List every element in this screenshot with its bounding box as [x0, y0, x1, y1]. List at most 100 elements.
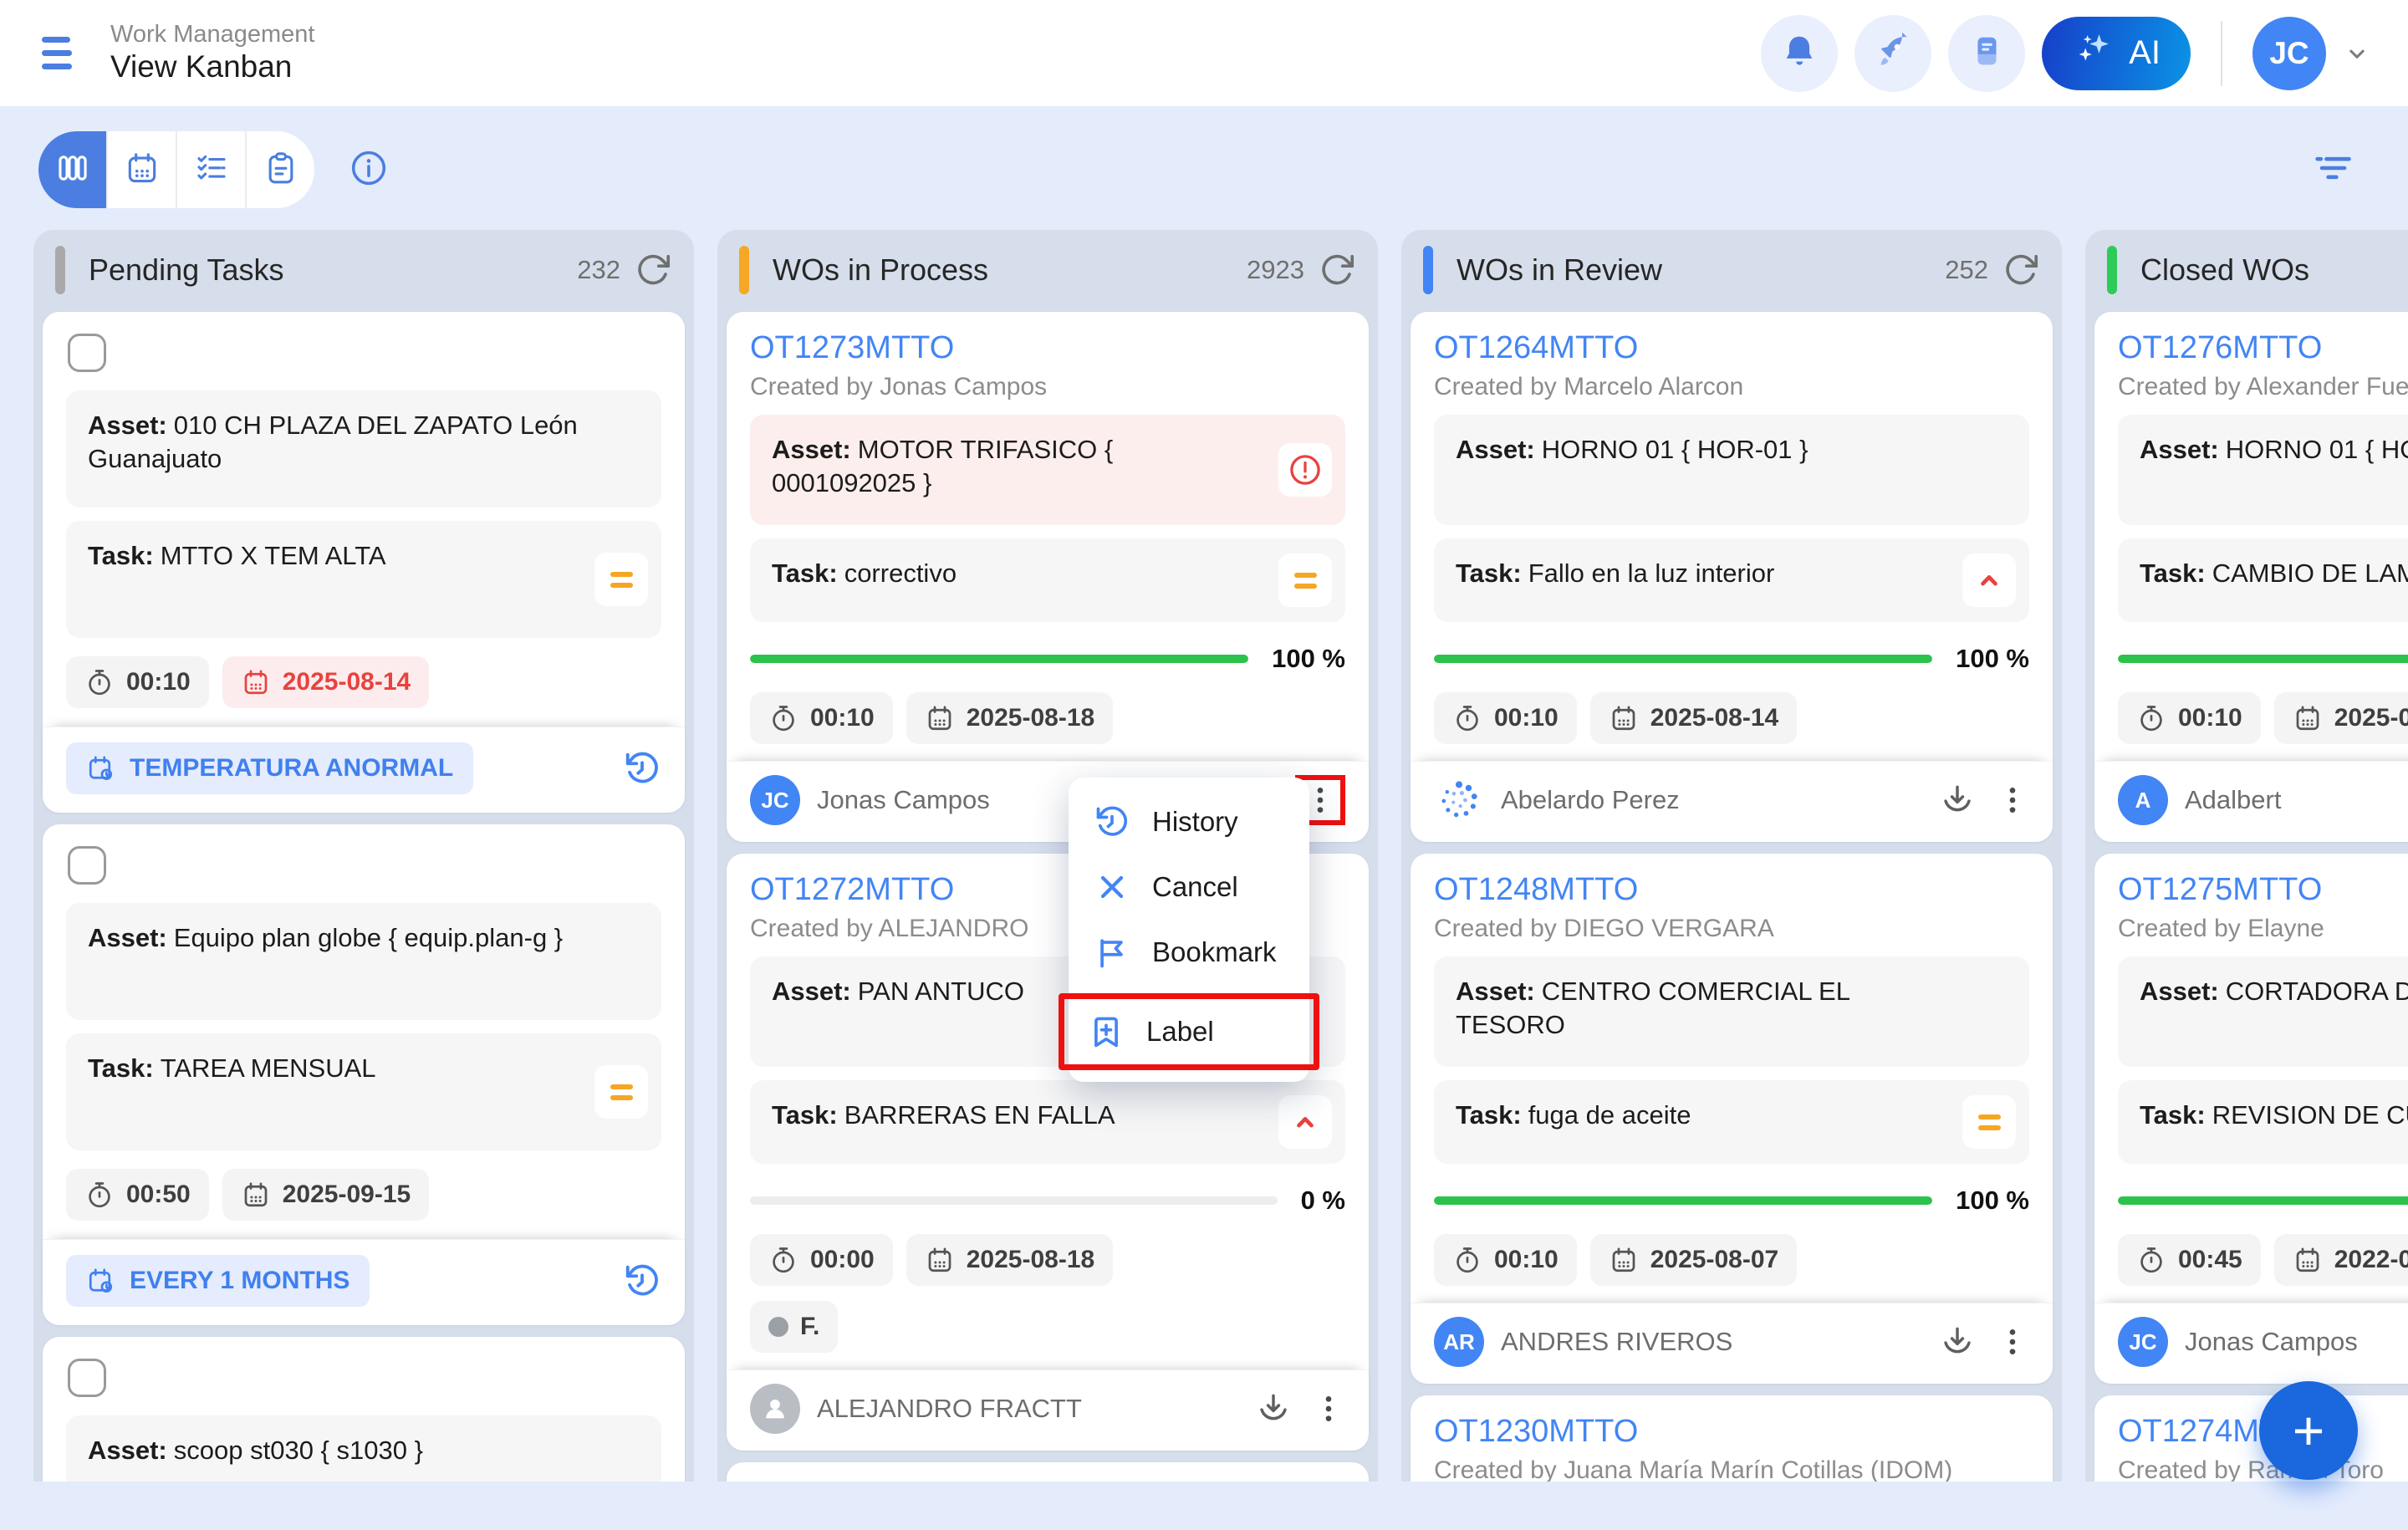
card-more-options-button[interactable]: [1312, 1392, 1345, 1425]
header-divider: [2221, 21, 2222, 86]
work-order-link[interactable]: OT1272MTTO: [750, 872, 954, 908]
due-date-chip: 2025-08-18: [906, 692, 1113, 744]
kanban-column: Closed WOsOT1276MTTOCreated by Alexander…: [2085, 230, 2408, 1482]
history-icon: [623, 749, 661, 788]
work-order-link[interactable]: OT1275MTTO: [2118, 872, 2322, 908]
user-avatar[interactable]: JC: [2252, 17, 2326, 90]
date-value: 2025-08-14: [1650, 704, 1778, 732]
column-refresh-button[interactable]: [634, 251, 672, 289]
field-label: Asset:: [2140, 977, 2219, 1006]
rocket-icon: [1874, 32, 1912, 74]
card-label-row: F.: [750, 1301, 1345, 1353]
pending-task-card: Asset:scoop st030 { s1030 }Task:SISTEMA …: [43, 1337, 685, 1482]
card-more-options-button[interactable]: [1996, 1325, 2029, 1359]
release-notes-button[interactable]: [1948, 15, 2025, 92]
download-report-button[interactable]: [1939, 1323, 1976, 1360]
work-order-link[interactable]: OT1264MTTO: [1434, 330, 1638, 366]
menu-item-label: Bookmark: [1152, 936, 1277, 968]
info-button[interactable]: [348, 147, 390, 193]
assignee-name: Jonas Campos: [817, 785, 990, 815]
tag-text: EVERY 1 MONTHS: [130, 1267, 349, 1295]
assignee-avatar: A: [2118, 775, 2168, 825]
ai-assistant-button[interactable]: AI: [2042, 17, 2191, 90]
created-by-text: Created by Ramon Toro: [2118, 1456, 2408, 1482]
card-chips: 00:002025-08-18: [750, 1234, 1345, 1286]
menu-item-history[interactable]: History: [1069, 789, 1309, 854]
priority-badge[interactable]: [1962, 553, 2016, 607]
board-toolbar: [0, 106, 2408, 230]
priority-badge[interactable]: [1962, 1095, 2016, 1149]
view-calendar-button[interactable]: [108, 131, 177, 208]
card-tag-row: TEMPERATURA ANORMAL: [43, 727, 685, 813]
sparkles-icon: [2072, 28, 2115, 79]
column-refresh-button[interactable]: [2002, 251, 2040, 289]
field-label: Task:: [88, 541, 154, 570]
task-checkbox[interactable]: [68, 846, 106, 885]
time-value: 00:45: [2178, 1246, 2242, 1274]
stopwatch-icon: [2136, 1245, 2166, 1275]
work-order-link[interactable]: OT1276MTTO: [2118, 330, 2322, 366]
filter-button[interactable]: [2311, 146, 2354, 194]
user-menu-chevron-down-icon[interactable]: [2343, 39, 2371, 68]
calendar-icon: [2293, 1245, 2323, 1275]
column-refresh-button[interactable]: [1318, 251, 1356, 289]
priority-badge[interactable]: [1278, 1095, 1332, 1149]
flag-icon: [1094, 934, 1130, 971]
priority-medium-icon: [610, 1084, 633, 1100]
download-report-button[interactable]: [1939, 782, 1976, 819]
menu-item-label: Label: [1146, 1016, 1214, 1048]
menu-hamburger-icon[interactable]: [37, 32, 77, 74]
priority-badge[interactable]: [594, 1065, 648, 1119]
card-more-options-button[interactable]: [1996, 783, 2029, 817]
checklist-icon: [193, 150, 230, 191]
kanban-column: Pending Tasks232 Asset:010 CH PLAZA DEL Z…: [33, 230, 694, 1482]
view-checklist-button[interactable]: [177, 131, 247, 208]
card-chips: 00:102025-08-07: [1434, 1234, 2029, 1286]
work-order-link[interactable]: OT1270MTTO: [750, 1481, 954, 1482]
field-value: fuga de aceite: [1528, 1100, 1691, 1130]
download-report-button[interactable]: [1255, 1390, 1292, 1427]
column-header: Closed WOs: [2085, 230, 2408, 310]
due-date-chip: 2025-08-14: [222, 656, 429, 708]
field-value: CAMBIO DE LAMPARA: [2212, 558, 2408, 588]
kebab-menu-icon: [1312, 1392, 1345, 1425]
priority-badge[interactable]: [1278, 553, 1332, 607]
notifications-button[interactable]: [1761, 15, 1838, 92]
priority-medium-icon: [1978, 1114, 2001, 1130]
field-label: Asset:: [88, 411, 167, 440]
menu-item-bookmark[interactable]: Bookmark: [1069, 920, 1309, 985]
work-order-link[interactable]: OT1230MTTO: [1434, 1414, 1638, 1450]
task-history-button[interactable]: [623, 1262, 661, 1300]
progress-fill: [750, 655, 1248, 663]
add-work-order-fab[interactable]: +: [2259, 1381, 2358, 1480]
view-clipboard-button[interactable]: [247, 131, 314, 208]
card-tag-row: EVERY 1 MONTHS: [43, 1239, 685, 1325]
menu-item-cancel[interactable]: Cancel: [1069, 854, 1309, 920]
progress-track: [2118, 655, 2408, 663]
priority-badge[interactable]: [594, 553, 648, 606]
work-order-link[interactable]: OT1273MTTO: [750, 330, 954, 366]
due-date-chip: 2025-08-18: [906, 1234, 1113, 1286]
created-by-text: Created by Juana María Marín Cotillas (I…: [1434, 1456, 2029, 1482]
task-checkbox[interactable]: [68, 334, 106, 372]
notes-icon: [1967, 32, 2006, 74]
field-label: Task:: [772, 1100, 838, 1130]
calendar-icon: [241, 1180, 271, 1210]
progress-row: 100 %: [2118, 644, 2408, 674]
work-order-link[interactable]: OT1248MTTO: [1434, 872, 1638, 908]
column-card-list: OT1276MTTOCreated by Alexander FuenteAss…: [2085, 310, 2408, 1482]
task-checkbox[interactable]: [68, 1359, 106, 1397]
card-field-task: Task:MTTO X TEM ALTA: [66, 521, 661, 638]
field-label: Asset:: [88, 923, 167, 952]
column-header: Pending Tasks232: [33, 230, 694, 310]
whats-new-button[interactable]: [1854, 15, 1931, 92]
column-header: WOs in Process2923: [717, 230, 1378, 310]
label-chip: F.: [750, 1301, 838, 1353]
card-field-asset: Asset:010 CH PLAZA DEL ZAPATO León Guana…: [66, 390, 661, 507]
progress-row: 0 %: [750, 1186, 1345, 1216]
header-titles: Work Management View Kanban: [110, 21, 314, 86]
task-history-button[interactable]: [623, 749, 661, 788]
view-kanban-button[interactable]: [38, 131, 108, 208]
stopwatch-icon: [768, 703, 798, 733]
menu-item-label-action[interactable]: Label: [1059, 993, 1319, 1070]
